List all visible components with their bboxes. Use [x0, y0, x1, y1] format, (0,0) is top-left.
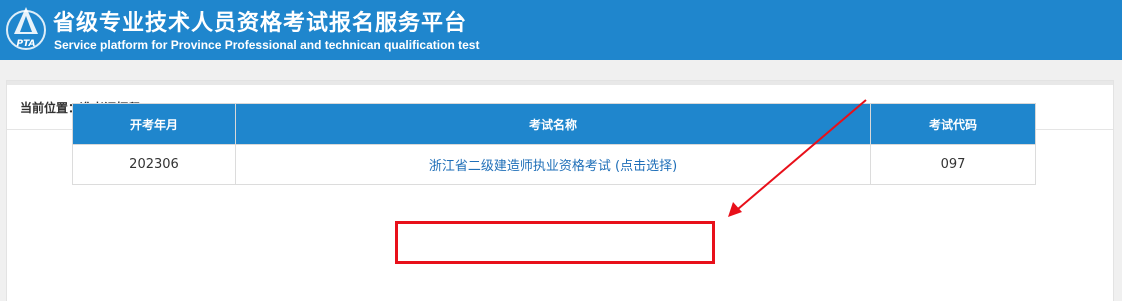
exam-select-link[interactable]: 浙江省二级建造师执业资格考试 (点击选择)	[429, 159, 677, 174]
table-row[interactable]: 202306 浙江省二级建造师执业资格考试 (点击选择) 097	[72, 144, 1036, 185]
column-header-year-month: 开考年月	[72, 103, 236, 145]
logo-text: PTA	[16, 39, 35, 49]
column-header-exam-code: 考试代码	[870, 103, 1036, 145]
cell-exam-code: 097	[870, 144, 1036, 185]
site-title: 省级专业技术人员资格考试报名服务平台	[53, 11, 468, 36]
panel-topbar	[7, 81, 1113, 85]
site-header: PTA 省级专业技术人员资格考试报名服务平台 Service platform …	[0, 0, 1122, 60]
site-subtitle: Service platform for Province Profession…	[54, 38, 480, 52]
cell-exam-name: 浙江省二级建造师执业资格考试 (点击选择)	[235, 144, 871, 185]
exam-table: 开考年月 考试名称 考试代码 202306 浙江省二级建造师执业资格考试 (点击…	[72, 103, 1036, 185]
cell-year-month: 202306	[72, 144, 236, 185]
column-header-exam-name: 考试名称	[235, 103, 871, 145]
pta-logo-icon: PTA	[6, 7, 46, 50]
table-header-row: 开考年月 考试名称 考试代码	[72, 103, 1036, 145]
